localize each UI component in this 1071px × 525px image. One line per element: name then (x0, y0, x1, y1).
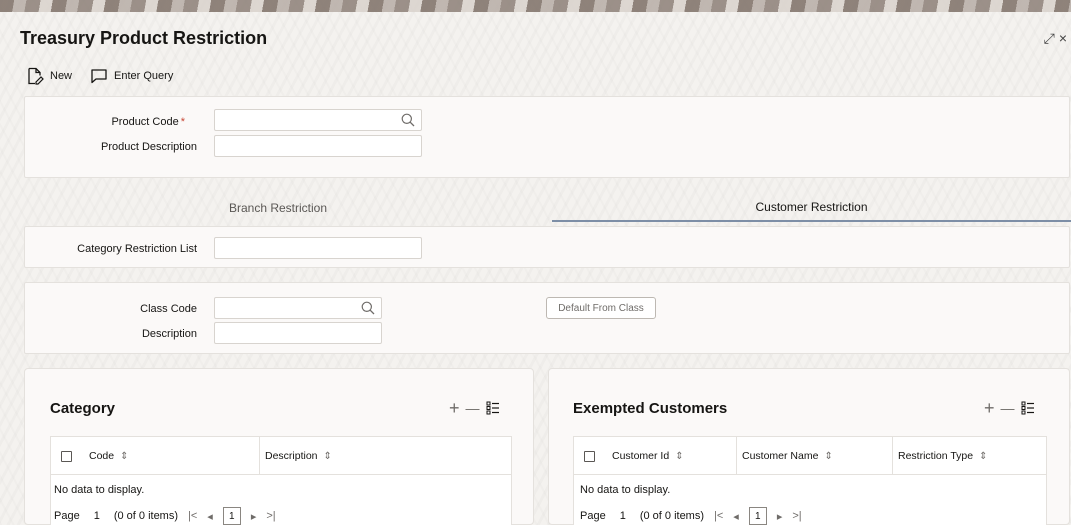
prev-page-icon[interactable]: ◂ (733, 510, 739, 523)
column-header-description[interactable]: Description ⇕ (259, 437, 332, 475)
category-restriction-input[interactable] (214, 237, 422, 259)
page-label: Page (580, 510, 606, 522)
page-input[interactable]: 1 (616, 510, 630, 522)
comment-icon (91, 69, 107, 84)
category-table-header: Code ⇕ Description ⇕ (51, 437, 511, 475)
sort-icon: ⇕ (675, 450, 684, 462)
description-input[interactable] (214, 322, 382, 344)
column-header-restriction-type[interactable]: Restriction Type ⇕ (892, 437, 987, 475)
current-page[interactable]: 1 (222, 507, 241, 525)
window-controls: ⤢ × (1044, 30, 1067, 46)
add-row-icon[interactable]: + (984, 399, 995, 417)
maximize-icon[interactable]: ⤢ (1044, 30, 1055, 46)
default-from-class-button[interactable]: Default From Class (546, 297, 656, 319)
column-header-code[interactable]: Code ⇕ (89, 437, 129, 475)
sort-icon: ⇕ (979, 450, 988, 462)
search-icon[interactable] (361, 301, 375, 315)
new-button[interactable]: New (26, 67, 72, 85)
class-code-label: Class Code (140, 303, 197, 315)
restriction-tabs: Branch Restriction Customer Restriction (0, 194, 1071, 222)
page-label: Page (54, 510, 80, 522)
select-all-checkbox[interactable] (61, 450, 72, 462)
column-header-customer-name[interactable]: Customer Name ⇕ (736, 437, 833, 475)
new-button-label: New (50, 70, 73, 82)
page-title: Treasury Product Restriction (20, 28, 268, 48)
exempted-table-header: Customer Id ⇕ Customer Name ⇕ Restriction … (574, 437, 1046, 475)
list-view-icon[interactable] (1021, 401, 1035, 415)
product-code-input[interactable] (214, 109, 422, 131)
exempted-customers-card: Exempted Customers + — Customer Id ⇕ Cust… (548, 368, 1070, 525)
category-actions: + — (449, 399, 500, 417)
class-panel: Class Code Description Default From Clas… (24, 282, 1070, 354)
next-page-icon[interactable]: ▸ (777, 510, 783, 523)
category-restriction-panel: Category Restriction List (24, 226, 1070, 268)
tab-customer-restriction[interactable]: Customer Restriction (552, 194, 1071, 222)
category-title: Category (50, 400, 116, 417)
items-count: (0 of 0 items) (113, 510, 179, 522)
remove-row-icon[interactable]: — (1001, 399, 1015, 417)
toolbar: New Enter Query (26, 67, 173, 85)
class-code-input[interactable] (214, 297, 382, 319)
category-restriction-label: Category Restriction List (77, 243, 197, 255)
current-page[interactable]: 1 (748, 507, 767, 525)
close-icon[interactable]: × (1059, 30, 1067, 46)
decorative-top-strip (0, 0, 1071, 12)
select-all-checkbox[interactable] (584, 450, 595, 462)
page-input[interactable]: 1 (90, 510, 104, 522)
required-marker: * (180, 116, 185, 128)
first-page-icon[interactable]: |< (188, 510, 197, 522)
search-icon[interactable] (401, 113, 415, 127)
next-page-icon[interactable]: ▸ (251, 510, 257, 523)
exempted-customers-title: Exempted Customers (573, 400, 728, 417)
tab-branch-restriction[interactable]: Branch Restriction (0, 194, 556, 222)
product-description-input[interactable] (214, 135, 422, 157)
remove-row-icon[interactable]: — (466, 399, 480, 417)
last-page-icon[interactable]: >| (266, 510, 275, 522)
list-view-icon[interactable] (486, 401, 500, 415)
empty-message: No data to display. (54, 484, 145, 496)
exempted-pager: Page 1 (0 of 0 items) |< ◂ 1 ▸ >| (580, 507, 802, 525)
product-header-panel: Product Code * Product Description (24, 96, 1070, 178)
product-code-label: Product Code * (111, 116, 185, 128)
category-card: Category + — Code ⇕ Description ⇕ No data … (24, 368, 534, 525)
items-count: (0 of 0 items) (639, 510, 705, 522)
prev-page-icon[interactable]: ◂ (207, 510, 213, 523)
enter-query-button[interactable]: Enter Query (90, 68, 173, 84)
select-all-cell (584, 437, 604, 475)
category-pager: Page 1 (0 of 0 items) |< ◂ 1 ▸ >| (54, 507, 276, 525)
add-row-icon[interactable]: + (449, 399, 460, 417)
sort-icon: ⇕ (120, 450, 129, 462)
enter-query-label: Enter Query (114, 70, 174, 82)
last-page-icon[interactable]: >| (792, 510, 801, 522)
column-header-customer-id[interactable]: Customer Id ⇕ (612, 437, 684, 475)
empty-message: No data to display. (580, 484, 671, 496)
select-all-cell (61, 437, 81, 475)
new-document-icon (28, 67, 44, 85)
sort-icon: ⇕ (323, 450, 332, 462)
product-description-label: Product Description (101, 141, 197, 153)
description-label: Description (141, 328, 197, 340)
first-page-icon[interactable]: |< (714, 510, 723, 522)
sort-icon: ⇕ (824, 450, 833, 462)
exempted-customers-table: Customer Id ⇕ Customer Name ⇕ Restriction … (573, 436, 1047, 525)
exempted-actions: + — (984, 399, 1035, 417)
category-table: Code ⇕ Description ⇕ No data to display. P… (50, 436, 512, 525)
